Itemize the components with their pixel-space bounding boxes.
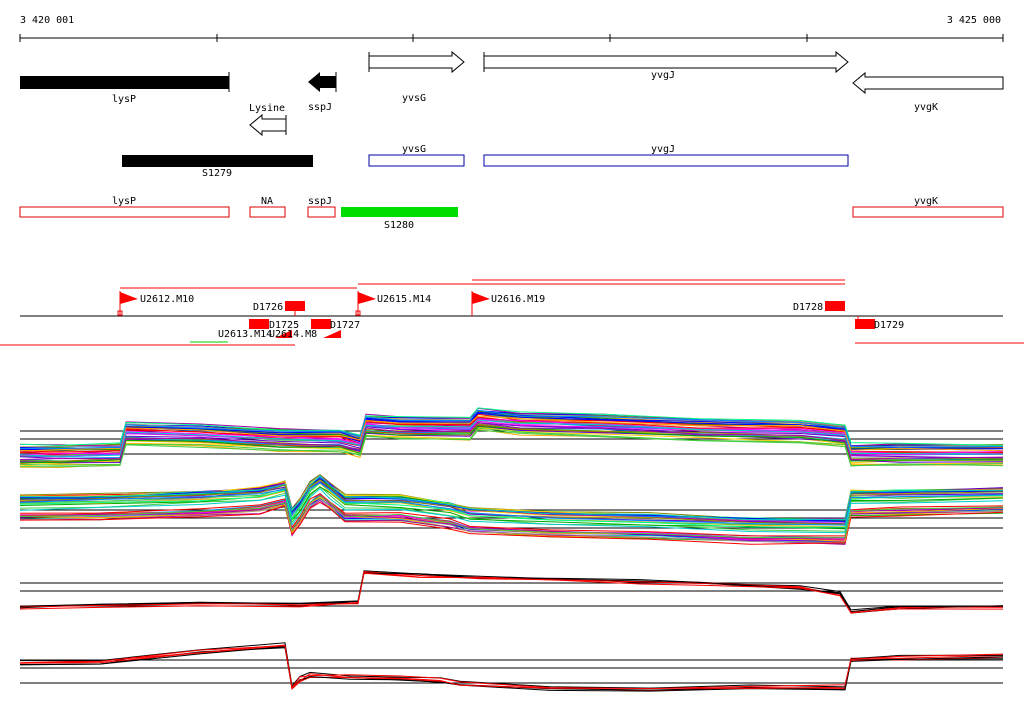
expression-panel-1 (19, 407, 1004, 469)
gene-lysP-label: lysP (112, 94, 136, 105)
gene-yvgJ[interactable]: yvgJ (483, 50, 849, 81)
expression-panel-4 (19, 642, 1004, 692)
ruler-start-label: 3 420 001 (20, 15, 74, 26)
gene-yvgK[interactable]: yvgK (852, 71, 1004, 113)
feature-S1280-label: S1280 (384, 220, 414, 231)
coordinate-ruler: 3 420 001 3 425 000 (19, 15, 1004, 42)
expression-profile-line (19, 645, 1004, 690)
downstream-box-D1727[interactable]: D1727 (311, 319, 360, 331)
ruler-end-label: 3 425 000 (947, 15, 1001, 26)
genome-browser-canvas: 3 420 001 3 425 000 lysP sspJ Lysine yvs… (0, 15, 1024, 692)
gene-yvsG-label: yvsG (402, 93, 426, 104)
annotation-track-3: lysP NA sspJ S1280 yvgK (19, 196, 1004, 231)
upstream-flag-U2615[interactable]: U2615.M14 (355, 291, 431, 316)
feature-yvgJ-box[interactable]: yvgJ (483, 144, 849, 167)
feature-sspJ-box[interactable]: sspJ (307, 196, 336, 218)
gene-yvsG[interactable]: yvsG (368, 50, 465, 104)
upstream-flag-U2612[interactable]: U2612.M10 (117, 291, 194, 316)
feature-NA-box[interactable]: NA (249, 196, 286, 218)
feature-yvgK-box-label: yvgK (914, 196, 938, 207)
gene-sspJ[interactable]: sspJ (308, 72, 337, 113)
downstream-box-D1726[interactable]: D1726 (253, 301, 305, 316)
feature-yvsG-box[interactable]: yvsG (368, 144, 465, 167)
feature-yvgK-box[interactable]: yvgK (852, 196, 1004, 218)
feature-lysP-box[interactable]: lysP (19, 196, 230, 218)
gene-lysP[interactable]: lysP (20, 72, 230, 105)
downstream-box-D1729[interactable]: D1729 (855, 316, 904, 331)
downstream-box-D1726-label: D1726 (253, 302, 283, 313)
downstream-box-D1725-label: D1725 (269, 320, 299, 331)
feature-lysP-box-label: lysP (112, 196, 136, 207)
downstream-box-D1728-label: D1728 (793, 302, 823, 313)
feature-S1279[interactable]: S1279 (122, 155, 313, 179)
downstream-box-D1728[interactable]: D1728 (793, 301, 845, 313)
gene-yvgJ-label: yvgJ (651, 70, 675, 81)
upstream-flag-U2615-label: U2615.M14 (377, 294, 431, 305)
expression-profile-line (19, 572, 1004, 614)
expression-profile-line (20, 642, 1004, 689)
expression-panel-2 (19, 473, 1004, 545)
panel-2-profiles (19, 473, 1004, 545)
feature-sspJ-box-label: sspJ (308, 196, 332, 207)
gene-sspJ-label: sspJ (308, 102, 332, 113)
feature-S1279-label: S1279 (202, 168, 232, 179)
annotation-track-2: S1279 yvsG yvgJ (122, 144, 849, 179)
gene-Lysine[interactable]: Lysine (249, 103, 287, 137)
transcription-track: U2612.M10 U2615.M14 U2616.M19 U2613.M14 … (0, 279, 1024, 346)
feature-S1280[interactable]: S1280 (341, 207, 458, 231)
upstream-flag-U2616[interactable]: U2616.M19 (471, 291, 545, 316)
feature-NA-box-label: NA (261, 196, 273, 207)
downstream-box-D1729-label: D1729 (874, 320, 904, 331)
expression-panel-3 (19, 570, 1004, 614)
gene-Lysine-label: Lysine (249, 103, 285, 114)
downstream-box-D1727-label: D1727 (330, 320, 360, 331)
feature-yvsG-box-label: yvsG (402, 144, 426, 155)
gene-track: lysP sspJ Lysine yvsG yvgJ yvgK (20, 50, 1004, 137)
upstream-flag-U2616-label: U2616.M19 (491, 294, 545, 305)
panel-3-profiles (19, 570, 1004, 614)
gene-yvgK-label: yvgK (914, 102, 938, 113)
feature-yvgJ-box-label: yvgJ (651, 144, 675, 155)
panel-1-profiles (19, 407, 1004, 469)
upstream-flag-U2612-label: U2612.M10 (140, 294, 194, 305)
upstream-flag-U2613-label: U2613.M14 (218, 329, 272, 340)
panel-4-profiles (19, 642, 1004, 692)
expression-profile-line (19, 644, 1004, 690)
